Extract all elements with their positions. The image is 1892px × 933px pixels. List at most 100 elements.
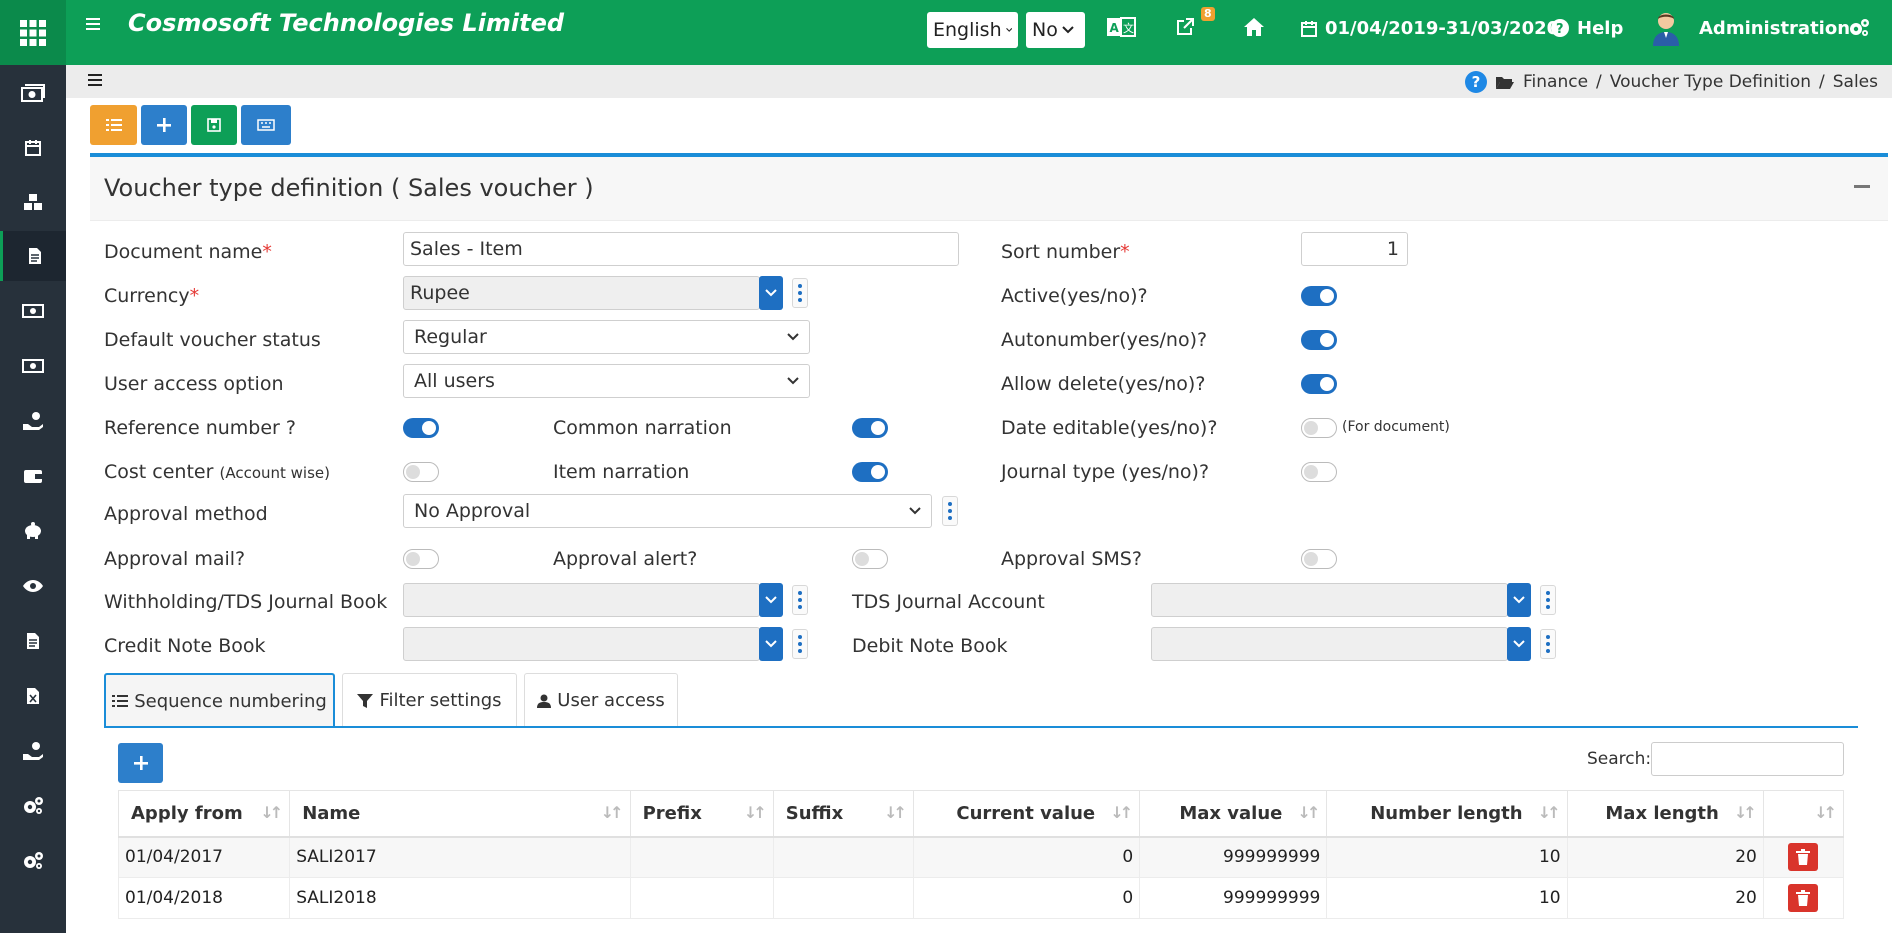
apps-grid-button[interactable]: [0, 0, 66, 65]
journal-type-toggle[interactable]: [1301, 462, 1337, 482]
credit-note-dropdown-button[interactable]: [759, 627, 783, 661]
user-access-select[interactable]: All users: [403, 364, 810, 398]
item-narration-toggle[interactable]: [852, 462, 888, 482]
menu-toggle-button[interactable]: [86, 15, 100, 36]
notification-badge: 8: [1201, 7, 1215, 21]
table-row[interactable]: 01/04/2017 SALI2017 0 999999999 10 20: [117, 836, 1845, 878]
keyboard-shortcuts-button[interactable]: [241, 105, 291, 145]
breadcrumb-finance[interactable]: Finance: [1523, 72, 1588, 92]
content-menu-toggle[interactable]: [88, 71, 102, 92]
sidebar-item-calendar[interactable]: [0, 122, 66, 172]
list-view-button[interactable]: [90, 105, 137, 145]
tds-book-select[interactable]: [403, 583, 760, 617]
sidebar-item-receipts[interactable]: [0, 341, 66, 391]
translate-icon: A 文: [1107, 17, 1136, 37]
add-sequence-button[interactable]: [118, 743, 163, 783]
sidebar-item-documents[interactable]: [0, 231, 66, 281]
column-header-actions[interactable]: ↓↑: [1762, 790, 1845, 838]
approval-mail-toggle[interactable]: [403, 549, 439, 569]
sidebar-item-excel[interactable]: [0, 671, 66, 721]
approval-sms-toggle[interactable]: [1301, 549, 1337, 569]
sort-number-input[interactable]: 1: [1301, 232, 1408, 266]
currency-dropdown-button[interactable]: [759, 276, 783, 310]
cell-apply-from: 01/04/2017: [117, 836, 291, 878]
sidebar-item-settings[interactable]: [0, 781, 66, 831]
reference-number-toggle[interactable]: [403, 418, 439, 438]
sidebar-item-cash[interactable]: [0, 68, 66, 118]
table-row[interactable]: 01/04/2018 SALI2018 0 999999999 10 20: [117, 877, 1845, 919]
date-editable-label: Date editable(yes/no)?: [1001, 417, 1218, 439]
search-input[interactable]: [1651, 742, 1844, 776]
cogs-icon: [24, 797, 43, 814]
cell-current-value: 0: [912, 877, 1141, 919]
sidebar-item-payments[interactable]: [0, 286, 66, 336]
column-header-prefix[interactable]: Prefix ↓↑: [629, 790, 774, 838]
cell-max-length: 20: [1566, 836, 1764, 878]
approval-method-select[interactable]: No Approval: [403, 494, 932, 528]
sidebar-item-wallet[interactable]: [0, 451, 66, 501]
column-header-name[interactable]: Name ↓↑: [289, 790, 631, 838]
user-menu[interactable]: Administration: [1651, 10, 1850, 46]
sidebar-item-inventory[interactable]: [0, 177, 66, 227]
common-narration-toggle[interactable]: [852, 418, 888, 438]
default-status-select[interactable]: Regular: [403, 320, 810, 354]
tab-sequence-numbering[interactable]: Sequence numbering: [104, 673, 335, 727]
tds-account-options-button[interactable]: [1540, 585, 1556, 615]
translate-button[interactable]: A 文: [1106, 16, 1136, 43]
currency-options-button[interactable]: [792, 278, 808, 308]
currency-select[interactable]: Rupee: [403, 276, 760, 310]
column-header-number-length[interactable]: Number length ↓↑: [1326, 790, 1568, 838]
active-toggle[interactable]: [1301, 286, 1337, 306]
sidebar-item-configuration[interactable]: [0, 836, 66, 886]
autonumber-toggle[interactable]: [1301, 330, 1337, 350]
collapse-button[interactable]: [1854, 185, 1870, 188]
sidebar-item-savings[interactable]: [0, 506, 66, 556]
tds-account-dropdown-button[interactable]: [1507, 583, 1531, 617]
cost-center-toggle[interactable]: [403, 462, 439, 482]
document-name-input[interactable]: Sales - Item: [403, 232, 959, 266]
credit-note-options-button[interactable]: [792, 629, 808, 659]
approval-alert-toggle[interactable]: [852, 549, 888, 569]
file-excel-icon: [27, 688, 39, 704]
tds-account-select[interactable]: [1151, 583, 1508, 617]
cell-apply-from: 01/04/2018: [117, 877, 291, 919]
tab-user-access[interactable]: User access: [524, 673, 678, 727]
column-header-suffix[interactable]: Suffix ↓↑: [772, 790, 914, 838]
debit-note-select[interactable]: [1151, 627, 1508, 661]
fiscal-period-button[interactable]: 01/04/2019-31/03/2020: [1301, 10, 1559, 46]
breadcrumb-voucher-type[interactable]: Voucher Type Definition: [1610, 72, 1811, 92]
debit-note-options-button[interactable]: [1540, 629, 1556, 659]
tds-book-options-button[interactable]: [792, 585, 808, 615]
sidebar-item-view[interactable]: [0, 561, 66, 611]
debit-note-dropdown-button[interactable]: [1507, 627, 1531, 661]
user-access-value: All users: [414, 370, 495, 392]
date-editable-toggle[interactable]: [1301, 418, 1337, 438]
allow-delete-toggle[interactable]: [1301, 374, 1337, 394]
add-new-button[interactable]: [141, 105, 187, 145]
column-header-apply-from[interactable]: Apply from ↓↑: [117, 790, 291, 838]
sort-icon: ↓↑: [1110, 803, 1133, 822]
save-button[interactable]: [191, 105, 237, 145]
external-link-button[interactable]: [1175, 17, 1195, 42]
hand-holding-usd-icon: [23, 742, 43, 760]
tds-book-dropdown-button[interactable]: [759, 583, 783, 617]
tab-filter-settings[interactable]: Filter settings: [342, 673, 517, 727]
credit-note-select[interactable]: [403, 627, 760, 661]
delete-row-button[interactable]: [1788, 843, 1819, 872]
sidebar-item-reports[interactable]: [0, 616, 66, 666]
language-select[interactable]: English: [927, 12, 1018, 48]
chevron-down-icon: [909, 507, 921, 515]
column-header-current-value[interactable]: Current value ↓↑: [912, 790, 1141, 838]
column-header-max-length[interactable]: Max length ↓↑: [1566, 790, 1764, 838]
home-button[interactable]: [1243, 17, 1265, 42]
delete-row-button[interactable]: [1788, 884, 1819, 912]
page-help-icon[interactable]: ?: [1465, 71, 1487, 93]
help-link[interactable]: ? Help: [1551, 10, 1623, 46]
cell-prefix: [629, 877, 774, 919]
column-header-max-value[interactable]: Max value ↓↑: [1139, 790, 1328, 838]
yes-no-select[interactable]: No: [1026, 12, 1085, 48]
approval-method-options-button[interactable]: [942, 496, 958, 526]
sidebar-item-hand-money[interactable]: [0, 396, 66, 446]
sidebar-item-hand-holding[interactable]: [0, 726, 66, 776]
settings-button[interactable]: [1848, 18, 1870, 43]
